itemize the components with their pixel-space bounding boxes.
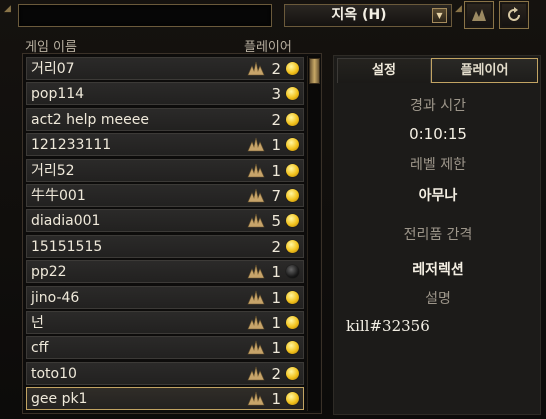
tab-players[interactable]: 플레이어 <box>431 58 538 83</box>
filter-button[interactable] <box>464 1 494 29</box>
player-count: 2 <box>271 237 281 256</box>
game-row[interactable]: cff 1 <box>26 336 304 360</box>
tab-settings[interactable]: 설정 <box>337 58 431 83</box>
triangle-filter-icon <box>472 9 486 21</box>
refresh-icon <box>508 7 520 21</box>
player-count: 1 <box>271 390 281 409</box>
player-count: 2 <box>271 60 281 78</box>
game-row[interactable]: 거리07 2 <box>26 57 304 80</box>
game-row[interactable]: jino-46 1 <box>26 285 304 309</box>
game-name: jino-46 <box>31 289 80 306</box>
friends-icon <box>247 163 265 177</box>
gold-coin-icon <box>286 290 299 304</box>
level-limit-value: 아무나 <box>418 188 458 204</box>
corner-ornament-icon: ◢ <box>4 4 11 14</box>
game-name: pop114 <box>31 86 85 103</box>
game-row[interactable]: 牛牛001 7 <box>26 184 304 207</box>
game-name: 거리07 <box>31 61 75 77</box>
player-count: 1 <box>271 263 281 282</box>
gold-coin-icon <box>286 112 299 126</box>
game-name: toto10 <box>31 365 77 382</box>
game-name: cff <box>31 340 49 357</box>
game-row[interactable]: toto10 2 <box>26 361 304 385</box>
gold-coin-icon <box>286 366 299 380</box>
game-name: diadia001 <box>31 213 101 230</box>
friends-icon <box>247 138 265 152</box>
elapsed-time-label: 경과 시간 <box>410 98 466 114</box>
friends-icon <box>247 315 265 330</box>
game-name: 牛牛001 <box>31 188 86 204</box>
player-count: 1 <box>271 314 281 332</box>
player-count: 1 <box>271 339 281 358</box>
gold-coin-icon <box>286 87 299 101</box>
level-limit-label: 레벨 제한 <box>410 157 466 173</box>
game-row[interactable]: 121233111 1 <box>26 133 304 157</box>
game-row[interactable]: diadia001 5 <box>26 209 304 233</box>
refresh-button[interactable] <box>499 1 529 29</box>
scrollbar-thumb[interactable] <box>309 58 320 84</box>
description-label: 설명 <box>425 291 451 307</box>
player-count: 1 <box>271 288 281 307</box>
player-count: 2 <box>271 110 281 129</box>
search-input[interactable] <box>18 4 272 27</box>
player-count: 1 <box>271 136 281 155</box>
game-info-panel: 설정 플레이어 경과 시간 0:10:15 레벨 제한 아무나 전리품 간격 레… <box>333 55 541 415</box>
gold-coin-icon <box>286 163 299 177</box>
friends-icon <box>247 290 265 304</box>
game-name: act2 help meeee <box>31 111 149 128</box>
loot-interval-value: 레저렉션 <box>412 262 464 278</box>
friends-icon <box>247 214 265 228</box>
gold-coin-icon <box>286 189 299 202</box>
friends-icon <box>247 265 265 279</box>
game-name: 121233111 <box>31 137 112 154</box>
elapsed-time-value: 0:10:15 <box>409 125 467 143</box>
game-list[interactable]: 거리07 2 pop114 3 act2 help meeee 2 121233111 1 거리… <box>22 53 322 414</box>
game-row[interactable]: pop114 3 <box>26 82 304 106</box>
game-name: pp22 <box>31 264 67 281</box>
game-row[interactable]: gee pk1 1 <box>26 387 304 411</box>
player-count: 7 <box>271 187 281 205</box>
game-name: gee pk1 <box>31 391 88 408</box>
loot-interval-label: 전리품 간격 <box>403 227 473 243</box>
game-row[interactable]: 거리52 1 <box>26 158 304 182</box>
game-name: 넌 <box>31 315 44 331</box>
gold-coin-icon <box>286 138 299 152</box>
game-row[interactable]: pp22 1 <box>26 260 304 284</box>
game-row[interactable]: 15151515 2 <box>26 234 304 258</box>
game-name: 거리52 <box>31 162 75 179</box>
game-name: 15151515 <box>31 238 103 255</box>
gold-coin-icon <box>286 62 299 75</box>
player-count: 1 <box>271 161 281 180</box>
gold-coin-icon <box>286 392 299 406</box>
game-row[interactable]: act2 help meeee 2 <box>26 107 304 131</box>
gold-coin-icon <box>286 341 299 355</box>
gold-coin-icon <box>286 239 299 253</box>
scrollbar[interactable] <box>307 56 320 411</box>
difficulty-label: 지옥 (H) <box>331 7 387 23</box>
friends-icon <box>247 341 265 355</box>
dark-coin-icon <box>286 265 299 279</box>
friends-icon <box>247 392 265 406</box>
game-row[interactable]: 넌1 <box>26 311 304 334</box>
gold-coin-icon <box>286 214 299 228</box>
description-value: kill#32356 <box>346 317 430 335</box>
difficulty-select[interactable]: 지옥 (H) ▼ <box>284 4 452 27</box>
gold-coin-icon <box>286 316 299 329</box>
player-count: 3 <box>271 85 281 104</box>
chevron-down-icon[interactable]: ▼ <box>432 8 447 23</box>
game-browser-window: ◢ 지옥 (H) ▼ ◢ 게임 이름 플레이어 거리07 2 pop114 3 act2… <box>0 0 546 419</box>
friends-icon <box>247 188 265 203</box>
player-count: 5 <box>271 212 281 231</box>
friends-icon <box>247 61 265 76</box>
friends-icon <box>247 366 265 381</box>
player-count: 2 <box>271 364 281 383</box>
